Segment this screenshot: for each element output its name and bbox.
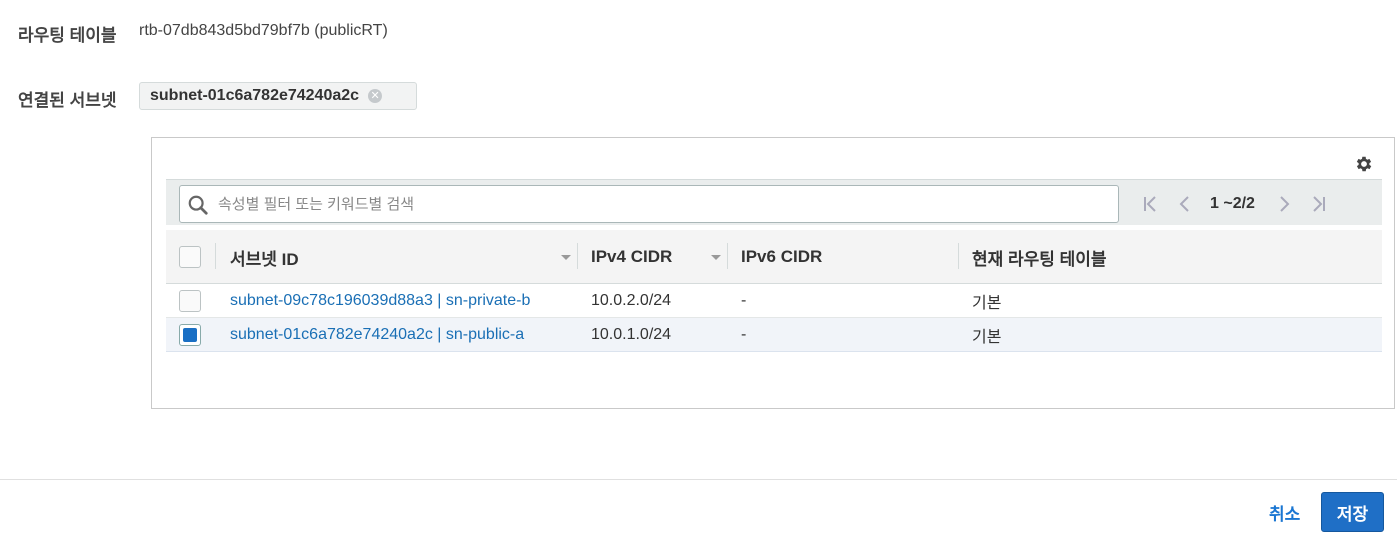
subnet-selection-panel: 1 ~2/2 서브넷 ID IPv4 CIDR IPv6 CIDR 현재 라우팅… [151,137,1395,409]
table-row[interactable]: subnet-01c6a782e74240a2c | sn-public-a 1… [166,318,1382,352]
route-table-label: 라우팅 테이블 [18,26,117,45]
last-page-icon[interactable] [1301,192,1335,216]
column-ipv4-cidr[interactable]: IPv4 CIDR [591,230,672,284]
table-toolbar: 1 ~2/2 [166,179,1382,225]
route-table-value: rtb-07db843d5bd79bf7b (publicRT) [139,22,388,39]
ipv4-cidr-cell: 10.0.1.0/24 [591,326,672,343]
first-page-icon[interactable] [1134,192,1168,216]
sort-caret-icon[interactable] [561,255,571,260]
column-subnet-id[interactable]: 서브넷 ID [230,230,299,284]
ipv6-cidr-cell: - [741,326,747,343]
page-range: 1 ~2/2 [1210,195,1255,212]
next-page-icon[interactable] [1267,192,1301,216]
associated-subnets-label: 연결된 서브넷 [18,91,117,110]
route-table-cell: 기본 [972,295,1002,312]
search-input[interactable] [216,186,1096,222]
sort-caret-icon[interactable] [711,255,721,260]
search-icon [188,195,208,215]
subnet-link[interactable]: subnet-01c6a782e74240a2c | sn-public-a [230,318,524,352]
select-all-checkbox[interactable] [179,246,201,268]
search-box [179,185,1119,223]
cancel-button[interactable]: 취소 [1269,500,1300,525]
route-table-cell: 기본 [972,329,1002,346]
gear-icon[interactable] [1354,154,1374,174]
ipv4-cidr-cell: 10.0.2.0/24 [591,292,672,309]
column-current-route-table[interactable]: 현재 라우팅 테이블 [972,230,1107,284]
subnet-link[interactable]: subnet-09c78c196039d88a3 | sn-private-b [230,284,530,318]
table-header: 서브넷 ID IPv4 CIDR IPv6 CIDR 현재 라우팅 테이블 [166,230,1382,284]
ipv6-cidr-cell: - [741,292,747,309]
subnet-token: subnet-01c6a782e74240a2c ✕ [139,82,417,110]
column-ipv6-cidr[interactable]: IPv6 CIDR [741,230,822,284]
row-checkbox[interactable] [179,290,201,312]
pagination: 1 ~2/2 [1134,192,1335,216]
save-button[interactable]: 저장 [1321,492,1384,532]
row-checkbox[interactable] [179,324,201,346]
subnet-token-text: subnet-01c6a782e74240a2c [150,87,360,104]
prev-page-icon[interactable] [1168,192,1202,216]
table-row[interactable]: subnet-09c78c196039d88a3 | sn-private-b … [166,284,1382,318]
token-remove-icon[interactable]: ✕ [368,89,383,103]
footer-divider [0,479,1397,480]
